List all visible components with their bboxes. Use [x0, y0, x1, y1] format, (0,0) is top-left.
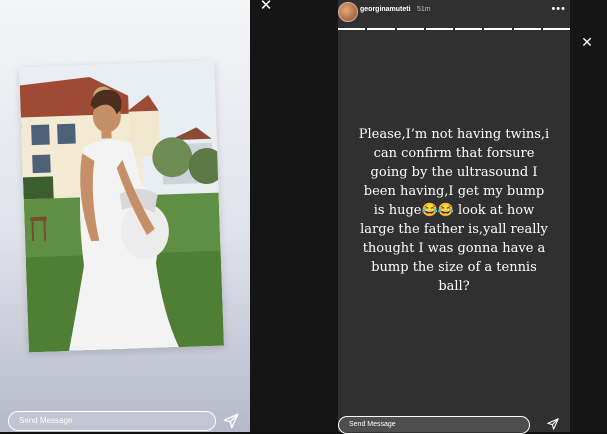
story-text: Please,I’m not having twins,i can confir…	[358, 127, 550, 294]
close-icon[interactable]: ✕	[579, 34, 595, 50]
more-icon[interactable]: •••	[551, 3, 566, 15]
post-time: 51m	[417, 6, 431, 13]
progress-segment	[367, 28, 395, 30]
progress-segment	[396, 28, 424, 30]
story-card: georginamuteti 51m ••• Please,I’m not ha…	[338, 0, 570, 434]
close-icon[interactable]: ✕	[258, 0, 274, 14]
left-story-panel[interactable]: Send Message	[0, 0, 250, 432]
right-send-row: Send Message	[338, 416, 570, 434]
username[interactable]: georginamuteti	[360, 6, 411, 13]
progress-segment	[484, 28, 512, 30]
send-message-input[interactable]: Send Message	[338, 416, 530, 434]
progress-segment	[338, 28, 366, 30]
story-photo	[19, 60, 224, 353]
pregnant-woman-photo	[19, 60, 224, 353]
progress-segment	[542, 28, 570, 30]
progress-segment	[425, 28, 453, 30]
send-message-input[interactable]: Send Message	[8, 411, 216, 431]
avatar[interactable]	[338, 2, 358, 22]
left-send-row: Send Message	[8, 411, 240, 431]
send-icon[interactable]	[546, 417, 560, 431]
progress-segment	[455, 28, 483, 30]
story-header: georginamuteti 51m •••	[338, 0, 570, 28]
progress-segment	[513, 28, 541, 30]
right-story-panel[interactable]: ✕ georginamuteti 51m ••• Please,I’m not …	[250, 0, 607, 434]
story-progress	[338, 28, 570, 30]
send-icon[interactable]	[222, 412, 240, 430]
